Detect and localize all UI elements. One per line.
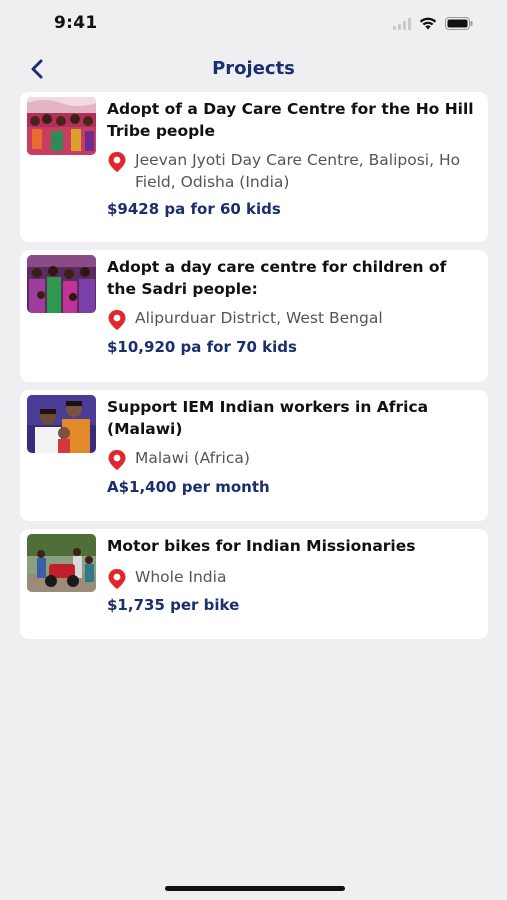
project-price: $9428 pa for 60 kids bbox=[107, 200, 281, 218]
project-title: Motor bikes for Indian Missionaries bbox=[107, 537, 416, 555]
project-price: A$1,400 per month bbox=[107, 478, 270, 496]
project-location: Whole India bbox=[135, 568, 227, 586]
project-thumbnail bbox=[27, 534, 96, 592]
location-pin-icon bbox=[108, 310, 126, 330]
home-indicator[interactable] bbox=[165, 886, 345, 891]
nav-bar: Projects bbox=[0, 46, 507, 92]
project-card[interactable]: Adopt a day care centre for children of … bbox=[20, 250, 488, 382]
project-card[interactable]: Adopt of a Day Care Centre for the Ho Hi… bbox=[20, 92, 488, 242]
location-pin-icon bbox=[108, 569, 126, 589]
project-price: $1,735 per bike bbox=[107, 596, 240, 614]
project-thumbnail bbox=[27, 395, 96, 453]
project-location: Alipurduar District, West Bengal bbox=[135, 309, 383, 327]
signal-icon bbox=[393, 15, 411, 34]
project-title: Support IEM Indian workers in Africa (Ma… bbox=[107, 398, 429, 438]
status-time: 9:41 bbox=[54, 13, 98, 33]
battery-icon bbox=[445, 15, 473, 34]
page-title: Projects bbox=[212, 58, 295, 79]
project-location-row: Jeevan Jyoti Day Care Centre, Baliposi, … bbox=[107, 149, 477, 193]
project-list: Adopt of a Day Care Centre for the Ho Hi… bbox=[20, 92, 488, 647]
location-pin-icon bbox=[108, 152, 126, 172]
project-price: $10,920 pa for 70 kids bbox=[107, 338, 297, 356]
location-pin-icon bbox=[108, 450, 126, 470]
project-title: Adopt of a Day Care Centre for the Ho Hi… bbox=[107, 100, 474, 140]
project-card[interactable]: Motor bikes for Indian Missionaries Whol… bbox=[20, 529, 488, 639]
project-location: Jeevan Jyoti Day Care Centre, Baliposi, … bbox=[135, 151, 461, 191]
project-location: Malawi (Africa) bbox=[135, 449, 250, 467]
status-icons bbox=[393, 15, 473, 34]
project-location-row: Whole India bbox=[107, 566, 477, 590]
status-bar: 9:41 bbox=[0, 0, 507, 46]
wifi-icon bbox=[419, 15, 437, 34]
project-location-row: Malawi (Africa) bbox=[107, 447, 477, 471]
project-thumbnail bbox=[27, 97, 96, 155]
project-card[interactable]: Support IEM Indian workers in Africa (Ma… bbox=[20, 390, 488, 521]
project-location-row: Alipurduar District, West Bengal bbox=[107, 307, 477, 331]
project-thumbnail bbox=[27, 255, 96, 313]
project-title: Adopt a day care centre for children of … bbox=[107, 258, 447, 298]
